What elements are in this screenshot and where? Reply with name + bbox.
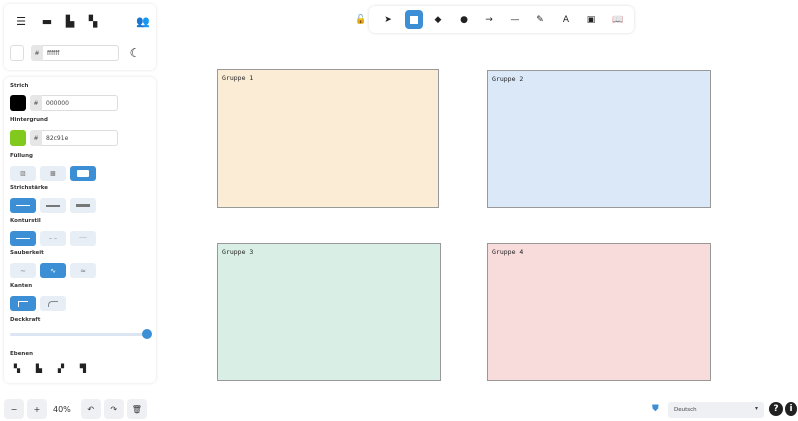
shield-icon[interactable]: ⛊ bbox=[652, 404, 659, 414]
dark-mode-moon-icon[interactable]: ☾ bbox=[124, 42, 146, 64]
opacity-label: Deckkraft bbox=[10, 317, 41, 323]
stroke-color-input[interactable]: 000000 bbox=[42, 95, 118, 111]
zoom-in-button[interactable]: + bbox=[27, 399, 47, 419]
stroke-width-thin-option[interactable] bbox=[10, 198, 36, 213]
main-menu-panel: ☰ ▬ ▙ ▚ 👥 # ffffff ☾ bbox=[4, 4, 156, 70]
zoom-level[interactable]: 40% bbox=[50, 399, 74, 419]
canvas-color-input[interactable]: ffffff bbox=[43, 45, 119, 61]
shape-toolbar: ➤ ◆ ● → — ✎ A ▣ 📖 bbox=[369, 6, 634, 33]
sloppiness-artist-option[interactable]: ∿ bbox=[40, 263, 66, 278]
stroke-width-bold-option[interactable] bbox=[40, 198, 66, 213]
send-to-back-icon[interactable]: ▚ bbox=[10, 361, 24, 375]
stroke-style-label: Kontur­stil bbox=[10, 218, 41, 224]
language-value: Deutsch bbox=[674, 407, 697, 413]
redo-icon[interactable]: ↷ bbox=[103, 399, 124, 419]
canvas-background-swatch[interactable] bbox=[10, 45, 24, 61]
stroke-width-extra-bold-option[interactable] bbox=[70, 198, 96, 213]
collaborators-icon[interactable]: 👥 bbox=[132, 10, 154, 32]
stroke-style-dotted-option[interactable]: ···· bbox=[70, 231, 96, 246]
edges-sharp-option[interactable] bbox=[10, 296, 36, 311]
fill-hachure-option[interactable]: ▨ bbox=[10, 166, 36, 181]
group-3-label: Gruppe 3 bbox=[222, 248, 254, 256]
stroke-style-solid-option[interactable] bbox=[10, 231, 36, 246]
group-1-label: Gruppe 1 bbox=[222, 74, 254, 82]
ellipse-tool-icon[interactable]: ● bbox=[455, 10, 473, 29]
undo-icon[interactable]: ↶ bbox=[80, 399, 101, 419]
stroke-width-label: Strichstärke bbox=[10, 185, 48, 191]
info-icon[interactable]: i bbox=[785, 402, 797, 416]
help-icon[interactable]: ? bbox=[769, 402, 783, 416]
bring-forward-icon[interactable]: ▞ bbox=[54, 361, 68, 375]
diamond-tool-icon[interactable]: ◆ bbox=[429, 10, 447, 29]
bring-to-front-icon[interactable]: ▜ bbox=[76, 361, 90, 375]
image-tool-icon[interactable]: ▣ bbox=[582, 10, 600, 29]
layers-label: Ebenen bbox=[10, 351, 33, 357]
background-color-input[interactable]: 82c91e bbox=[42, 130, 118, 146]
properties-panel: Strich # 000000 Hintergrund # 82c91e Fül… bbox=[4, 77, 156, 383]
edges-label: Kanten bbox=[10, 283, 33, 289]
hash-label: # bbox=[30, 130, 42, 146]
export-image-icon[interactable]: ▚ bbox=[82, 10, 104, 32]
background-color-swatch[interactable] bbox=[10, 130, 26, 146]
stroke-label: Strich bbox=[10, 83, 29, 89]
save-file-icon[interactable]: ▙ bbox=[59, 10, 81, 32]
arrow-tool-icon[interactable]: → bbox=[480, 10, 498, 29]
stroke-color-swatch[interactable] bbox=[10, 95, 26, 111]
line-tool-icon[interactable]: — bbox=[506, 10, 524, 29]
fill-label: Füllung bbox=[10, 153, 33, 159]
zoom-out-button[interactable]: − bbox=[4, 399, 24, 419]
edges-round-option[interactable] bbox=[40, 296, 66, 311]
language-select[interactable]: Deutsch ▾ bbox=[668, 402, 764, 418]
stroke-style-dashed-option[interactable]: – – bbox=[40, 231, 66, 246]
draw-tool-icon[interactable]: ✎ bbox=[531, 10, 549, 29]
rectangle-tool-icon[interactable] bbox=[405, 10, 423, 29]
group-2-rectangle[interactable]: Gruppe 2 bbox=[487, 70, 711, 208]
fill-crosshatch-option[interactable]: ▩ bbox=[40, 166, 66, 181]
text-tool-icon[interactable]: A bbox=[557, 10, 575, 29]
zoom-controls: − + 40% ↶ ↷ 🗑 bbox=[4, 398, 147, 420]
hash-label: # bbox=[30, 95, 42, 111]
opacity-slider-thumb[interactable] bbox=[142, 329, 152, 339]
group-3-rectangle[interactable]: Gruppe 3 bbox=[217, 243, 441, 381]
hamburger-menu-icon[interactable]: ☰ bbox=[10, 10, 32, 32]
hash-label: # bbox=[31, 45, 43, 61]
trash-icon[interactable]: 🗑 bbox=[126, 399, 147, 419]
library-icon[interactable]: 📖 bbox=[609, 10, 627, 29]
sloppiness-cartoonist-option[interactable]: ≈ bbox=[70, 263, 96, 278]
opacity-slider-track[interactable] bbox=[10, 333, 148, 336]
send-backward-icon[interactable]: ▙ bbox=[32, 361, 46, 375]
selection-tool-icon[interactable]: ➤ bbox=[379, 10, 397, 29]
sloppiness-label: Sauberkeit bbox=[10, 250, 44, 256]
fill-solid-option[interactable] bbox=[70, 166, 96, 181]
group-4-label: Gruppe 4 bbox=[492, 248, 524, 256]
sloppiness-architect-option[interactable]: ∼ bbox=[10, 263, 36, 278]
group-1-rectangle[interactable]: Gruppe 1 bbox=[217, 69, 439, 208]
background-label: Hintergrund bbox=[10, 117, 48, 123]
lock-icon[interactable]: 🔓 bbox=[352, 10, 370, 29]
group-4-rectangle[interactable]: Gruppe 4 bbox=[487, 243, 711, 381]
open-file-icon[interactable]: ▬ bbox=[36, 10, 58, 32]
chevron-down-icon: ▾ bbox=[754, 405, 758, 412]
group-2-label: Gruppe 2 bbox=[492, 75, 524, 83]
